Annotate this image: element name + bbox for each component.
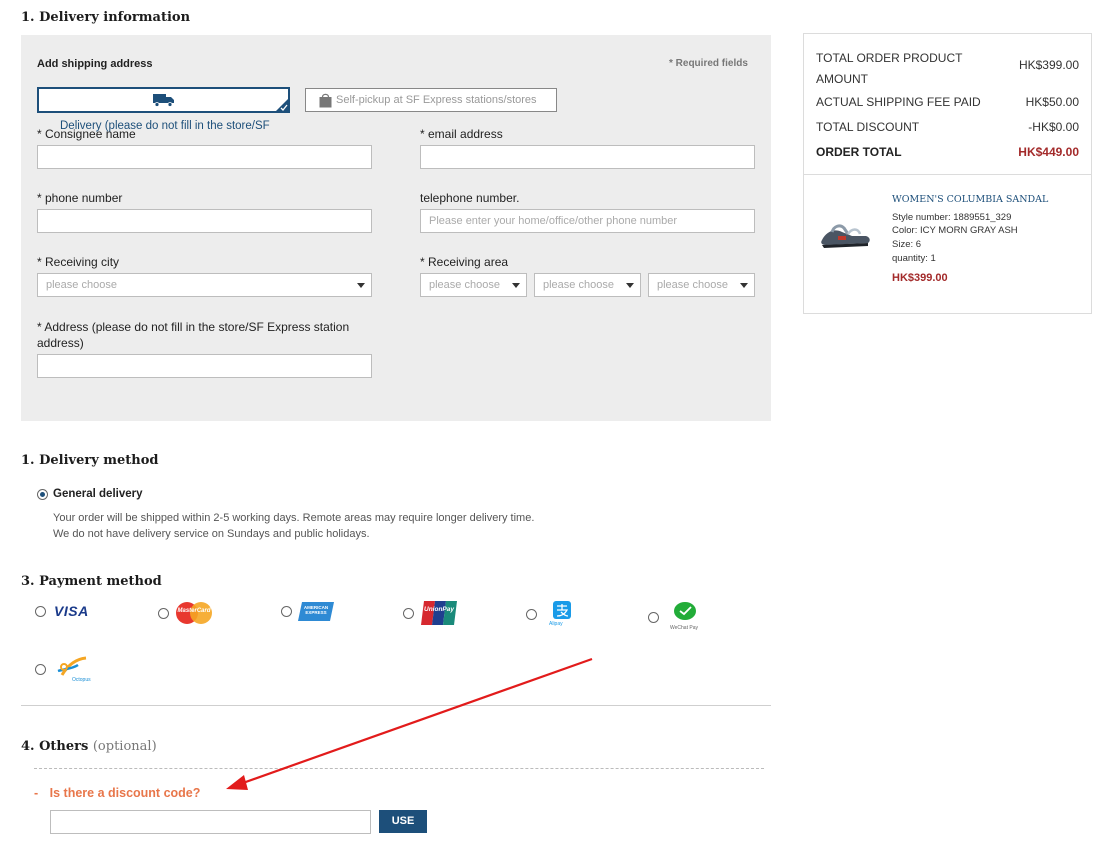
payment-radio-mastercard[interactable]	[158, 608, 169, 619]
product-name-link[interactable]: WOMEN'S COLUMBIA SANDAL	[892, 194, 1048, 205]
address-label: * Address (please do not fill in the sto…	[37, 320, 350, 350]
others-title-text: 4. Others	[21, 739, 89, 754]
shipping-fee-label: ACTUAL SHIPPING FEE PAID	[816, 95, 981, 109]
chevron-down-icon	[626, 283, 634, 288]
delivery-note-line1: Your order will be shipped within 2-5 wo…	[53, 512, 535, 524]
amex-label: AMERICAN EXPRESS	[303, 605, 329, 615]
use-discount-button[interactable]: USE	[379, 810, 427, 833]
payment-radio-octopus[interactable]	[35, 664, 46, 675]
area-select-1[interactable]: please choose	[420, 273, 527, 297]
phone-label: * phone number	[37, 191, 123, 205]
consignee-name-input[interactable]	[37, 145, 372, 169]
chevron-down-icon	[512, 283, 520, 288]
unionpay-icon	[421, 601, 457, 625]
tab-home-delivery[interactable]	[37, 87, 290, 113]
section-title-delivery-info: 1. Delivery information	[21, 10, 191, 25]
visa-logo: VISA	[54, 603, 89, 619]
order-total-label: ORDER TOTAL	[816, 145, 902, 159]
area-select-3[interactable]: please choose	[648, 273, 755, 297]
order-summary-panel: TOTAL ORDER PRODUCT AMOUNT HK$399.00 ACT…	[803, 33, 1092, 314]
city-label: * Receiving city	[37, 255, 120, 269]
section-divider	[21, 705, 771, 706]
wechat-pay-label: WeChat Pay	[670, 625, 698, 631]
add-shipping-title: Add shipping address	[37, 58, 153, 70]
wechat-pay-icon	[674, 602, 696, 620]
city-select[interactable]: please choose	[37, 273, 372, 297]
discount-dash: -	[34, 786, 39, 800]
discount-code-toggle[interactable]: - Is there a discount code?	[34, 786, 200, 800]
payment-radio-visa[interactable]	[35, 606, 46, 617]
area-select-3-value: please choose	[657, 279, 728, 291]
city-select-value: please choose	[46, 279, 117, 291]
product-color: Color: ICY MORN GRAY ASH	[892, 225, 1018, 236]
section-title-delivery-method: 1. Delivery method	[21, 453, 159, 468]
telephone-input[interactable]: Please enter your home/office/other phon…	[420, 209, 755, 233]
summary-divider	[804, 174, 1091, 175]
product-sandal-image[interactable]	[818, 220, 872, 250]
payment-radio-alipay[interactable]	[526, 609, 537, 620]
section-title-payment-method: 3. Payment method	[21, 574, 162, 589]
discount-code-input[interactable]	[50, 810, 371, 834]
email-input[interactable]	[420, 145, 755, 169]
discount-total-label: TOTAL DISCOUNT	[816, 120, 920, 134]
address-input[interactable]	[37, 354, 372, 378]
shopping-bag-icon	[319, 93, 332, 108]
alipay-icon	[553, 601, 571, 619]
alipay-label: Alipay	[549, 621, 563, 627]
section-title-others: 4. Others (optional)	[21, 739, 157, 754]
area-select-2-value: please choose	[543, 279, 614, 291]
product-size: Size: 6	[892, 239, 922, 250]
octopus-label: Octopus	[72, 677, 91, 683]
general-delivery-label: General delivery	[53, 488, 143, 500]
mastercard-label: MasterCard	[177, 608, 211, 614]
payment-radio-unionpay[interactable]	[403, 608, 414, 619]
discount-total-value: -HK$0.00	[1028, 120, 1079, 134]
tab-home-delivery-label: Delivery (please do not fill in the stor…	[60, 120, 270, 132]
delivery-note-line2: We do not have delivery service on Sunda…	[53, 528, 370, 540]
selected-check-icon	[275, 98, 289, 112]
chevron-down-icon	[357, 283, 365, 288]
required-fields-note: * Required fields	[669, 58, 748, 69]
product-quantity: quantity: 1	[892, 253, 936, 264]
area-select-1-value: please choose	[429, 279, 500, 291]
payment-radio-wechat[interactable]	[648, 612, 659, 623]
area-label: * Receiving area	[420, 255, 509, 269]
phone-input[interactable]	[37, 209, 372, 233]
discount-toggle-label: Is there a discount code?	[49, 786, 201, 800]
order-total-value: HK$449.00	[1018, 145, 1079, 159]
dashed-divider	[34, 768, 764, 769]
unionpay-label: UnionPay	[424, 606, 454, 613]
payment-radio-amex[interactable]	[281, 606, 292, 617]
telephone-label: telephone number.	[420, 191, 520, 205]
product-style: Style number: 1889551_329	[892, 212, 1012, 223]
chevron-down-icon	[740, 283, 748, 288]
tab-self-pickup[interactable]: Self-pickup at SF Express stations/store…	[305, 88, 557, 112]
product-amount-value: HK$399.00	[1018, 58, 1079, 72]
product-price: HK$399.00	[892, 272, 948, 284]
truck-icon	[153, 94, 174, 107]
tab-self-pickup-label: Self-pickup at SF Express stations/store…	[336, 94, 537, 106]
shipping-fee-value: HK$50.00	[1025, 95, 1079, 109]
product-amount-label: TOTAL ORDER PRODUCT AMOUNT	[816, 51, 963, 86]
area-select-2[interactable]: please choose	[534, 273, 641, 297]
others-optional-text: (optional)	[92, 739, 157, 754]
general-delivery-radio[interactable]	[37, 489, 48, 500]
email-label: * email address	[420, 127, 503, 141]
